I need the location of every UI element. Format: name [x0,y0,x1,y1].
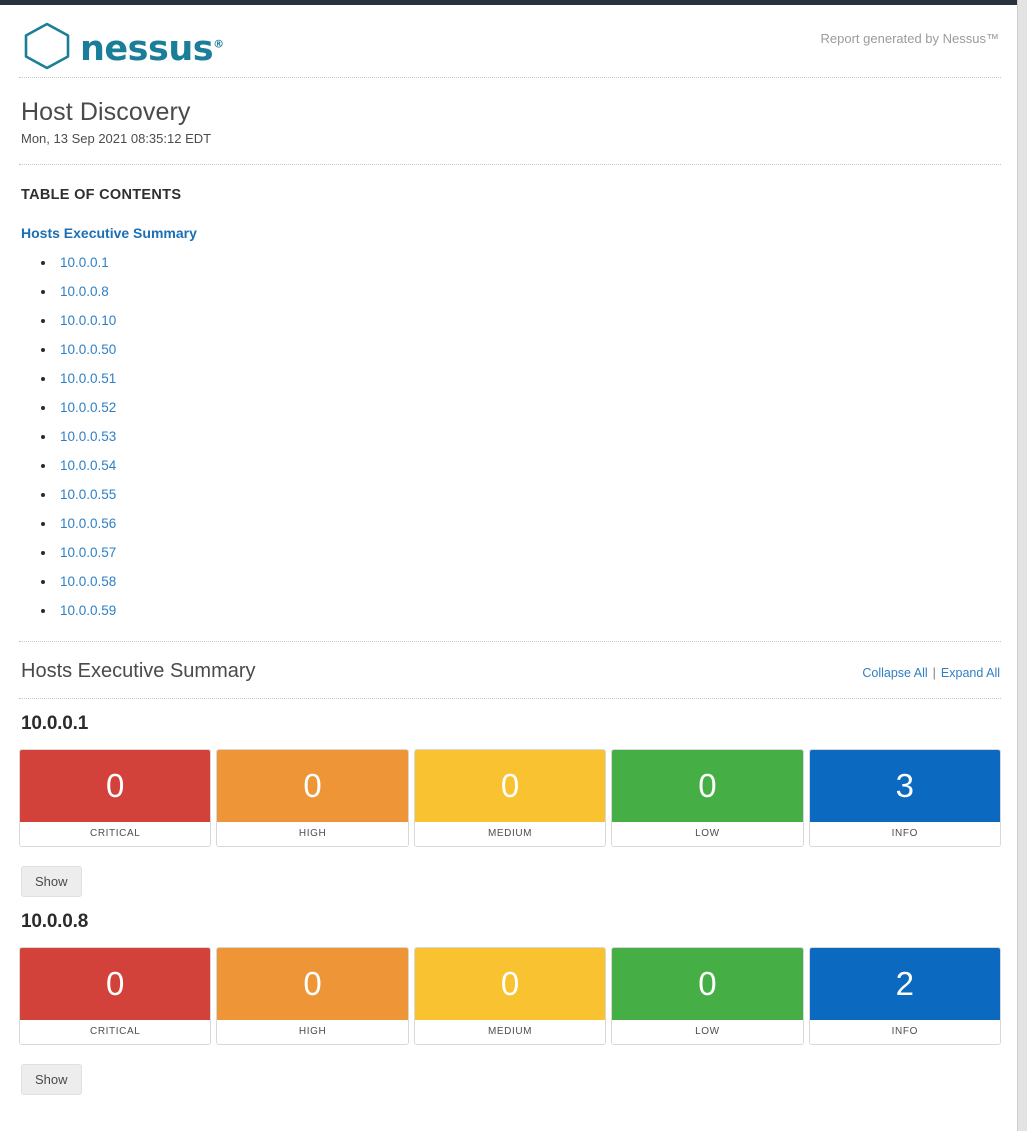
severity-label-critical: CRITICAL [20,821,211,846]
severity-label-high: HIGH [217,821,408,846]
severity-count-medium: 0 [414,749,606,822]
severity-card-critical: 0 CRITICAL [19,748,212,847]
list-item: 10.0.0.51 [41,364,1001,393]
host-name: 10.0.0.8 [21,910,89,932]
list-item: 10.0.0.52 [41,393,1001,422]
section-title: Hosts Executive Summary [21,659,256,682]
table-of-contents: TABLE OF CONTENTS Hosts Executive Summar… [19,165,1001,641]
severity-card-medium: 0 MEDIUM [413,748,607,847]
severity-card-low: 0 LOW [611,946,804,1045]
severity-card-row: 0 CRITICAL 0 HIGH 0 MEDIUM 0 LOW 2 INFO [19,946,1002,1045]
severity-card-critical: 0 CRITICAL [19,946,212,1045]
severity-card-medium: 0 MEDIUM [413,946,607,1045]
logo-wordmark-text: nessus [80,29,214,69]
list-item: 10.0.0.59 [41,596,1001,625]
generated-by-label: Report generated by Nessus™ [820,31,999,46]
toc-item-link[interactable]: 10.0.0.1 [60,255,109,270]
report-page: nessus® Report generated by Nessus™ Host… [0,5,1017,1131]
collapse-all-link[interactable]: Collapse All [862,666,927,680]
toc-item-link[interactable]: 10.0.0.50 [60,342,116,357]
list-item: 10.0.0.10 [41,306,1001,335]
toc-heading: TABLE OF CONTENTS [21,186,182,203]
severity-count-medium: 0 [414,947,606,1020]
severity-count-high: 0 [217,749,408,822]
logo-wordmark: nessus® [80,32,224,67]
list-item: 10.0.0.55 [41,480,1001,509]
toc-item-link[interactable]: 10.0.0.51 [60,371,116,386]
severity-label-critical: CRITICAL [20,1019,211,1044]
list-item: 10.0.0.50 [41,335,1001,364]
toc-item-link[interactable]: 10.0.0.58 [60,574,116,589]
severity-card-info: 3 INFO [808,748,1002,847]
severity-card-low: 0 LOW [611,748,804,847]
severity-label-high: HIGH [217,1019,408,1044]
hosts-executive-summary-header: Hosts Executive Summary Collapse All | Exp… [19,642,1001,698]
section-actions: Collapse All | Expand All [862,666,1000,680]
expand-all-link[interactable]: Expand All [941,666,1000,680]
actions-separator: | [932,665,936,680]
list-item: 10.0.0.57 [41,538,1001,567]
show-button[interactable]: Show [21,1063,82,1095]
severity-label-medium: MEDIUM [414,821,606,846]
toc-list: 10.0.0.1 10.0.0.8 10.0.0.10 10.0.0.50 10.0.0… [21,248,1001,625]
severity-label-medium: MEDIUM [414,1019,606,1044]
list-item: 10.0.0.58 [41,567,1001,596]
severity-count-info: 3 [809,749,1001,822]
severity-count-critical: 0 [20,749,211,822]
severity-count-low: 0 [612,947,803,1020]
list-item: 10.0.0.1 [41,248,1001,277]
severity-count-low: 0 [612,749,803,822]
show-button[interactable]: Show [21,865,82,897]
nessus-logo: nessus® [19,18,224,79]
list-item: 10.0.0.56 [41,509,1001,538]
toc-item-link[interactable]: 10.0.0.52 [60,400,116,415]
severity-card-row: 0 CRITICAL 0 HIGH 0 MEDIUM 0 LOW 3 INFO [19,748,1002,847]
host-summary-block: 10.0.0.8 0 CRITICAL 0 HIGH 0 MEDIUM 0 LOW 2 INFO Sh… [19,897,1002,1095]
toc-item-link[interactable]: 10.0.0.10 [60,313,116,328]
severity-label-info: INFO [809,821,1001,846]
list-item: 10.0.0.8 [41,277,1001,306]
severity-card-high: 0 HIGH [216,946,409,1045]
toc-section-link-hosts-executive-summary[interactable]: Hosts Executive Summary [21,225,1001,241]
severity-count-critical: 0 [20,947,211,1020]
host-summary-block: 10.0.0.1 0 CRITICAL 0 HIGH 0 MEDIUM 0 LOW 3 INFO Sh… [19,699,1002,897]
toc-item-link[interactable]: 10.0.0.54 [60,458,116,473]
severity-label-low: LOW [612,821,803,846]
report-header: nessus® Report generated by Nessus™ [19,5,1001,77]
page-scrollbar-gutter[interactable] [1017,0,1027,1131]
severity-card-high: 0 HIGH [216,748,409,847]
list-item: 10.0.0.53 [41,422,1001,451]
toc-item-link[interactable]: 10.0.0.8 [60,284,109,299]
page-title: Host Discovery [21,98,191,126]
severity-count-info: 2 [809,947,1001,1020]
report-title-block: Host Discovery Mon, 13 Sep 2021 08:35:12… [19,78,1001,164]
toc-item-link[interactable]: 10.0.0.57 [60,545,116,560]
list-item: 10.0.0.54 [41,451,1001,480]
toc-item-link[interactable]: 10.0.0.55 [60,487,116,502]
report-timestamp: Mon, 13 Sep 2021 08:35:12 EDT [21,130,212,146]
severity-label-low: LOW [612,1019,803,1044]
logo-registered-icon: ® [213,37,224,51]
host-name: 10.0.0.1 [21,712,89,734]
toc-item-link[interactable]: 10.0.0.53 [60,429,116,444]
severity-card-info: 2 INFO [808,946,1002,1045]
severity-label-info: INFO [809,1019,1001,1044]
toc-item-link[interactable]: 10.0.0.56 [60,516,116,531]
toc-item-link[interactable]: 10.0.0.59 [60,603,116,618]
severity-count-high: 0 [217,947,408,1020]
hosts-container: 10.0.0.1 0 CRITICAL 0 HIGH 0 MEDIUM 0 LOW 3 INFO Sh… [19,699,1002,1095]
hexagon-icon [19,18,75,79]
